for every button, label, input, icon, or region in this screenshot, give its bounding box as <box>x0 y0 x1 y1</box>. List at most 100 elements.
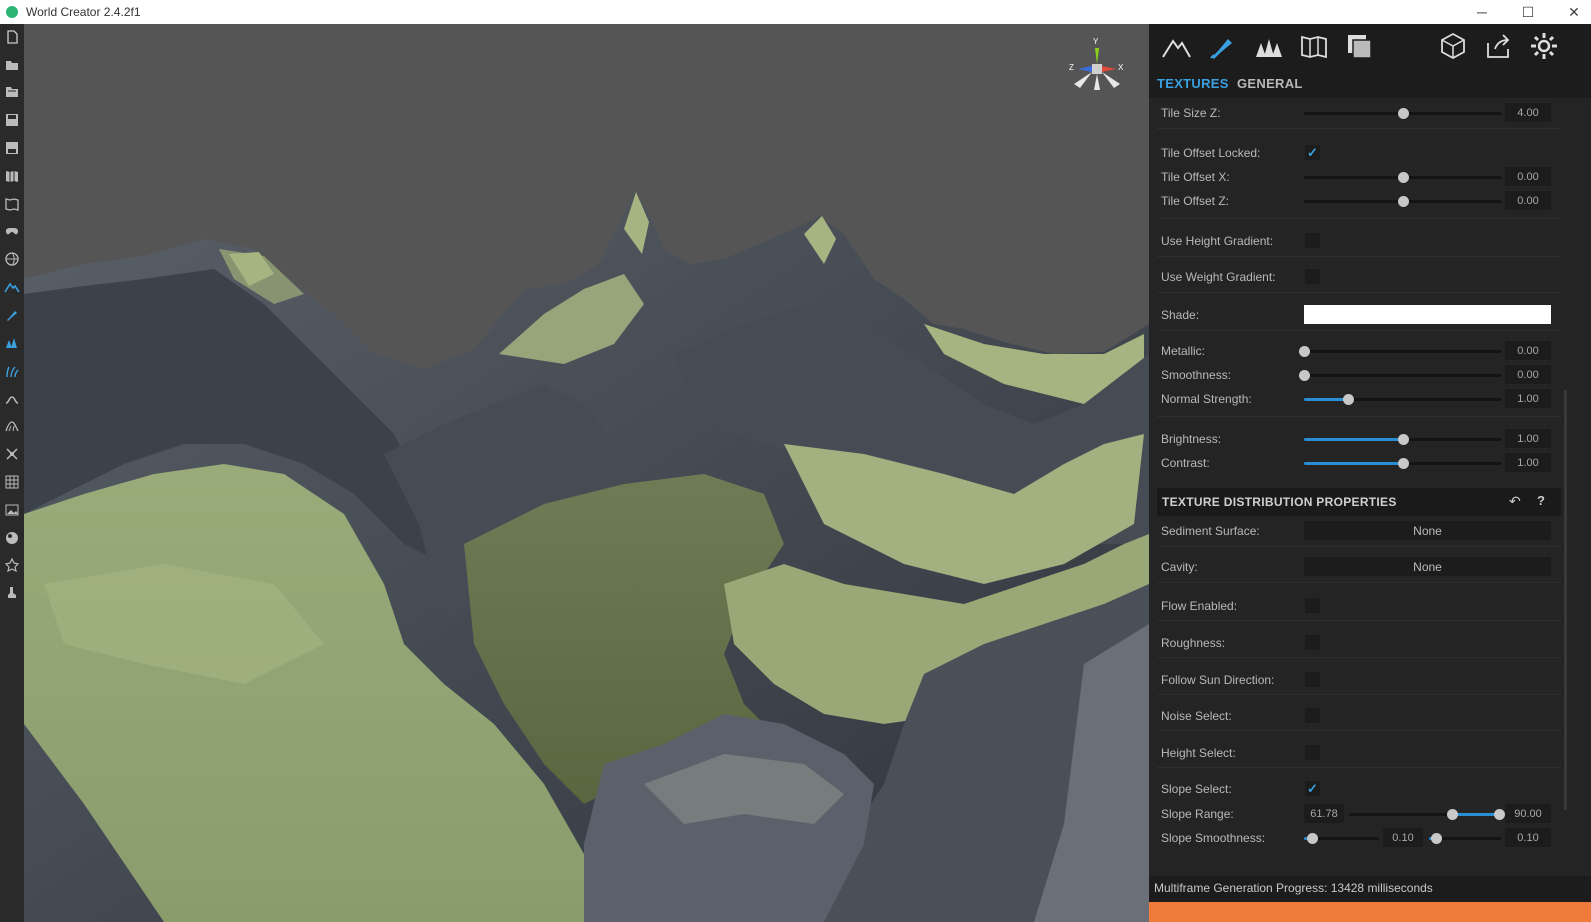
slider-knob[interactable] <box>1306 833 1318 844</box>
tab-general[interactable]: GENERAL <box>1237 76 1303 91</box>
slope-select-row: Slope Select: ✓ <box>1149 778 1569 800</box>
slider-knob[interactable] <box>1431 833 1443 844</box>
shade-color-swatch[interactable] <box>1304 305 1551 324</box>
contrast-slider[interactable] <box>1304 458 1502 469</box>
sphere-icon[interactable] <box>3 529 21 547</box>
open-recent-icon[interactable] <box>3 83 21 101</box>
divider <box>1157 657 1561 658</box>
tile-offset-x-slider[interactable] <box>1304 172 1502 183</box>
export-icon[interactable] <box>1481 30 1515 62</box>
tile-offset-z-label: Tile Offset Z: <box>1161 194 1230 208</box>
slope-range-max-knob[interactable] <box>1494 809 1505 820</box>
tile-size-z-slider[interactable] <box>1304 108 1502 119</box>
follow-sun-direction-row: Follow Sun Direction: <box>1149 669 1569 691</box>
slope-range-min-value[interactable]: 61.78 <box>1304 804 1344 823</box>
follow-sun-direction-checkbox[interactable] <box>1305 672 1320 687</box>
height-select-row: Height Select: <box>1149 742 1569 764</box>
use-height-gradient-checkbox[interactable] <box>1305 233 1320 248</box>
help-icon[interactable]: ? <box>1537 493 1545 508</box>
metallic-label: Metallic: <box>1161 344 1206 358</box>
grass-icon[interactable] <box>3 362 21 380</box>
slider-knob[interactable] <box>1342 394 1354 405</box>
svg-text:Z: Z <box>1069 63 1074 72</box>
save-as-icon[interactable] <box>3 139 21 157</box>
divider <box>1157 128 1561 129</box>
terrain-tab-icon[interactable] <box>1159 30 1193 62</box>
follow-sun-direction-label: Follow Sun Direction: <box>1161 673 1275 687</box>
height-select-label: Height Select: <box>1161 746 1236 760</box>
use-weight-gradient-checkbox[interactable] <box>1305 269 1320 284</box>
sediment-surface-dropdown[interactable]: None <box>1304 521 1551 540</box>
brightness-value[interactable]: 1.00 <box>1505 429 1551 448</box>
star-icon[interactable] <box>3 556 21 574</box>
cavity-dropdown[interactable]: None <box>1304 557 1551 576</box>
smoothness-slider[interactable] <box>1299 370 1502 381</box>
map-icon[interactable] <box>3 195 21 213</box>
maximize-button[interactable]: ☐ <box>1505 0 1551 24</box>
slider-knob[interactable] <box>1398 458 1409 469</box>
save-icon[interactable] <box>3 111 21 129</box>
tile-size-z-value[interactable]: 4.00 <box>1505 103 1551 122</box>
texturing-tab-icon[interactable] <box>1205 30 1239 62</box>
normal-strength-value[interactable]: 1.00 <box>1505 389 1551 408</box>
globe-icon[interactable] <box>3 250 21 268</box>
roughness-checkbox[interactable] <box>1305 635 1320 650</box>
minimize-button[interactable]: ─ <box>1459 0 1505 24</box>
import-map-icon[interactable] <box>3 167 21 185</box>
normal-strength-slider[interactable] <box>1304 394 1502 405</box>
metallic-value[interactable]: 0.00 <box>1505 341 1551 360</box>
shade-row: Shade: <box>1149 304 1569 326</box>
panel-scrollbar[interactable] <box>1564 390 1567 810</box>
gamepad-icon[interactable] <box>3 222 21 240</box>
sediment-surface-label: Sediment Surface: <box>1161 524 1260 538</box>
image-icon[interactable] <box>3 501 21 519</box>
flow-enabled-checkbox[interactable] <box>1305 598 1320 613</box>
tile-offset-locked-checkbox[interactable]: ✓ <box>1305 145 1320 160</box>
map-tab-icon[interactable] <box>1297 30 1331 62</box>
slider-knob[interactable] <box>1398 172 1409 183</box>
3d-viewport[interactable]: Y Z X <box>24 24 1149 922</box>
slope-smoothness-value-b[interactable]: 0.10 <box>1505 828 1551 847</box>
new-file-icon[interactable] <box>3 28 21 46</box>
slope-range-slider[interactable] <box>1349 809 1505 820</box>
texture-brush-icon[interactable] <box>3 306 21 324</box>
noise-select-checkbox[interactable] <box>1305 708 1320 723</box>
grid-icon[interactable] <box>3 473 21 491</box>
open-folder-icon[interactable] <box>3 56 21 74</box>
status-text: Multiframe Generation Progress: 13428 mi… <box>1154 881 1433 895</box>
slope-smoothness-value-a[interactable]: 0.10 <box>1383 828 1423 847</box>
smoothness-value[interactable]: 0.00 <box>1505 365 1551 384</box>
forest-icon[interactable] <box>3 334 21 352</box>
slider-knob[interactable] <box>1299 370 1310 381</box>
close-button[interactable]: ✕ <box>1551 0 1591 24</box>
slider-knob[interactable] <box>1398 434 1409 445</box>
contrast-value[interactable]: 1.00 <box>1505 453 1551 472</box>
3d-box-icon[interactable] <box>1436 30 1470 62</box>
shade-label: Shade: <box>1161 308 1200 322</box>
cliff-icon[interactable] <box>3 417 21 435</box>
tile-offset-x-value[interactable]: 0.00 <box>1505 167 1551 186</box>
slope-range-max-value[interactable]: 90.00 <box>1505 804 1551 823</box>
settings-gear-icon[interactable] <box>1527 30 1561 62</box>
brightness-slider[interactable] <box>1304 434 1502 445</box>
reset-icon[interactable]: ↶ <box>1509 493 1521 510</box>
slider-knob[interactable] <box>1299 346 1310 357</box>
axis-gizmo[interactable]: Y Z X <box>1064 36 1128 106</box>
path-icon[interactable] <box>3 390 21 408</box>
terrain-icon[interactable] <box>3 278 21 296</box>
slider-knob[interactable] <box>1398 196 1409 207</box>
vegetation-tab-icon[interactable] <box>1251 30 1285 62</box>
tile-offset-z-value[interactable]: 0.00 <box>1505 191 1551 210</box>
height-select-checkbox[interactable] <box>1305 745 1320 760</box>
stamp-icon[interactable] <box>3 584 21 602</box>
tile-offset-z-slider[interactable] <box>1304 196 1502 207</box>
metallic-slider[interactable] <box>1299 346 1502 357</box>
slope-select-checkbox[interactable]: ✓ <box>1305 781 1320 796</box>
slider-knob[interactable] <box>1398 108 1409 119</box>
tab-textures[interactable]: TEXTURES <box>1157 76 1229 91</box>
slope-range-min-knob[interactable] <box>1446 809 1458 820</box>
transform-icon[interactable] <box>3 445 21 463</box>
slope-smoothness-slider-a[interactable] <box>1304 833 1379 844</box>
slope-smoothness-slider-b[interactable] <box>1429 833 1501 844</box>
layers-tab-icon[interactable] <box>1343 30 1377 62</box>
